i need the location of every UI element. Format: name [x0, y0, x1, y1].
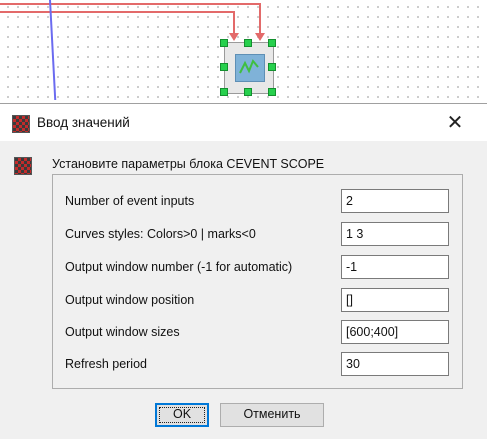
focus-ring	[159, 407, 205, 423]
curves-styles-field[interactable]	[341, 222, 449, 246]
cancel-button[interactable]: Отменить	[220, 403, 324, 427]
dialog-title: Ввод значений	[37, 115, 130, 130]
window-sizes-field[interactable]	[341, 320, 449, 344]
selection-handle[interactable]	[220, 39, 228, 47]
arrow-head-icon	[229, 33, 239, 41]
param-label: Refresh period	[65, 357, 147, 371]
selection-handle[interactable]	[220, 88, 228, 96]
scilab-app-icon	[12, 115, 30, 133]
param-row: Refresh period	[53, 352, 462, 378]
selection-handle[interactable]	[220, 63, 228, 71]
param-row: Number of event inputs	[53, 189, 462, 215]
selection-handle[interactable]	[268, 88, 276, 96]
close-button[interactable]: ✕	[440, 110, 470, 136]
link-wire[interactable]	[233, 11, 235, 35]
param-row: Output window position	[53, 288, 462, 314]
title-bar[interactable]: Ввод значений ✕	[0, 104, 487, 141]
param-label: Curves styles: Colors>0 | marks<0	[65, 227, 256, 241]
ok-button[interactable]: OK	[155, 403, 209, 427]
param-label: Output window sizes	[65, 325, 180, 339]
arrow-head-icon	[255, 33, 265, 41]
scope-icon	[235, 54, 265, 82]
window-position-field[interactable]	[341, 288, 449, 312]
scilab-app-icon	[14, 157, 32, 175]
selection-handle[interactable]	[268, 63, 276, 71]
event-inputs-field[interactable]	[341, 189, 449, 213]
param-row: Output window number (-1 for automatic)	[53, 255, 462, 281]
selection-handle[interactable]	[268, 39, 276, 47]
selection-handle[interactable]	[244, 88, 252, 96]
param-label: Number of event inputs	[65, 194, 195, 208]
link-wire[interactable]	[259, 3, 261, 35]
link-wire[interactable]	[49, 0, 57, 100]
window-number-field[interactable]	[341, 255, 449, 279]
param-row: Output window sizes	[53, 320, 462, 346]
parameters-dialog: Ввод значений ✕ Установите параметры бло…	[0, 103, 487, 439]
dialog-header: Установите параметры блока CEVENT SCOPE	[52, 157, 325, 171]
link-wire[interactable]	[0, 11, 234, 13]
param-label: Output window position	[65, 293, 195, 307]
selection-handle[interactable]	[244, 39, 252, 47]
param-label: Output window number (-1 for automatic)	[65, 260, 293, 274]
link-wire[interactable]	[0, 3, 260, 5]
param-row: Curves styles: Colors>0 | marks<0	[53, 222, 462, 248]
refresh-period-field[interactable]	[341, 352, 449, 376]
parameters-group: Number of event inputs Curves styles: Co…	[52, 174, 463, 389]
diagram-canvas[interactable]	[0, 0, 487, 100]
cevent-scope-block[interactable]	[224, 42, 274, 94]
